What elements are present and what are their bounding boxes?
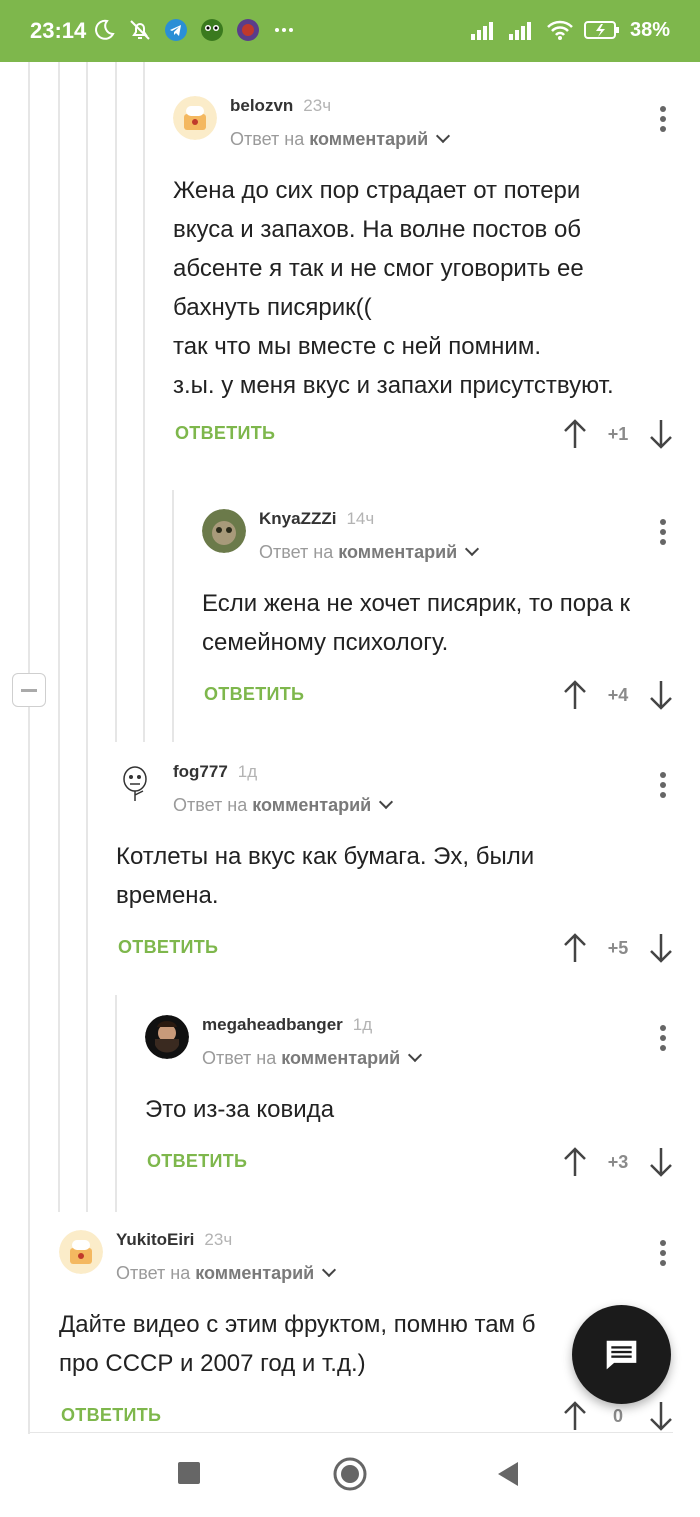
more-options-icon[interactable] — [653, 1025, 673, 1055]
mute-icon — [130, 20, 150, 40]
telegram-icon — [165, 19, 187, 41]
reply-to-link[interactable]: Ответ на комментарий — [116, 1262, 337, 1284]
comment-time: 1д — [352, 1015, 373, 1034]
vote-score: +4 — [607, 685, 629, 705]
write-comment-button[interactable] — [572, 1305, 671, 1404]
battery-icon — [583, 21, 619, 39]
more-dots-icon — [275, 28, 293, 32]
signal-icon — [470, 22, 493, 40]
comment-body: Это из-за ковида — [145, 1096, 335, 1123]
reply-button[interactable]: ОТВЕТИТЬ — [118, 937, 218, 958]
chevron-down-icon — [379, 794, 394, 810]
frog-app-icon — [201, 19, 223, 41]
thread-line — [28, 62, 30, 1434]
vote-score: +1 — [607, 424, 629, 444]
system-nav-bar — [0, 1435, 700, 1517]
comment-time: 14ч — [346, 509, 375, 528]
thread-line — [172, 490, 174, 742]
comment-username[interactable]: megaheadbanger 1д — [202, 1015, 372, 1035]
upvote-arrow-icon[interactable] — [563, 680, 587, 710]
more-options-icon[interactable] — [653, 1240, 673, 1270]
thread-line — [115, 995, 117, 1212]
moon-icon — [95, 19, 115, 40]
avatar[interactable] — [145, 1015, 189, 1059]
chevron-down-icon — [322, 1262, 337, 1278]
vote-score: +3 — [607, 1152, 629, 1172]
vote-score: +5 — [607, 938, 629, 958]
game-app-icon — [237, 19, 259, 41]
vote-control: +5 — [563, 931, 673, 967]
vote-control: +3 — [563, 1145, 673, 1181]
reply-button[interactable]: ОТВЕТИТЬ — [61, 1405, 161, 1426]
downvote-arrow-icon[interactable] — [649, 933, 673, 963]
more-options-icon[interactable] — [653, 106, 673, 136]
thread-line — [58, 62, 60, 1212]
back-triangle-icon[interactable] — [496, 1461, 520, 1487]
reply-to-link[interactable]: Ответ на комментарий — [230, 128, 451, 150]
more-options-icon[interactable] — [653, 519, 673, 549]
signal-icon — [508, 22, 531, 40]
recents-square-icon[interactable] — [177, 1461, 201, 1485]
comment-body: Жена до сих пор страдает от потери вкуса… — [173, 177, 614, 399]
comment-username[interactable]: YukitoEiri 23ч — [116, 1230, 232, 1250]
comment: KnyaZZZi 14ч Ответ на комментарий Если же… — [202, 509, 673, 718]
upvote-arrow-icon[interactable] — [563, 1147, 587, 1177]
more-options-icon[interactable] — [653, 772, 673, 802]
reply-to-link[interactable]: Ответ на комментарий — [202, 1047, 423, 1069]
status-bar: 23:14 38% — [0, 0, 700, 62]
thread-line — [86, 62, 88, 1212]
status-time: 23:14 — [30, 18, 87, 43]
vote-control: +1 — [563, 417, 673, 453]
reply-to-link[interactable]: Ответ на комментарий — [259, 541, 480, 563]
comment-body: Котлеты на вкус как бумага. Эх, были вре… — [116, 843, 535, 909]
comment: belozvn 23ч Ответ на комментарий Жена до … — [173, 96, 673, 457]
home-circle-icon[interactable] — [333, 1457, 367, 1491]
upvote-arrow-icon[interactable] — [563, 933, 587, 963]
comment-time: 23ч — [204, 1230, 233, 1249]
avatar[interactable] — [116, 762, 160, 806]
comment-time: 1д — [237, 762, 258, 781]
vote-score: 0 — [612, 1406, 623, 1426]
chevron-down-icon — [465, 541, 480, 557]
reply-button[interactable]: ОТВЕТИТЬ — [204, 684, 304, 705]
avatar[interactable] — [59, 1230, 103, 1274]
avatar[interactable] — [173, 96, 217, 140]
collapse-thread-button[interactable] — [12, 673, 46, 707]
avatar[interactable] — [202, 509, 246, 553]
wifi-icon — [547, 20, 573, 40]
comment-body: Если жена не хочет писярик, то пора к се… — [202, 590, 630, 656]
comment-username[interactable]: belozvn 23ч — [230, 96, 331, 116]
battery-percent: 38% — [629, 18, 670, 41]
divider — [28, 1432, 673, 1433]
comment-username[interactable]: KnyaZZZi 14ч — [259, 509, 374, 529]
vote-control: 0 — [563, 1399, 673, 1435]
comment-username[interactable]: fog777 1д — [173, 762, 257, 782]
thread-line — [115, 62, 117, 742]
comment: fog777 1д Ответ на комментарий Котлеты на… — [116, 762, 673, 971]
reply-button[interactable]: ОТВЕТИТЬ — [175, 423, 275, 444]
upvote-arrow-icon[interactable] — [563, 1401, 587, 1431]
chevron-down-icon — [408, 1047, 423, 1063]
comment-time: 23ч — [303, 96, 332, 115]
thread-line — [143, 62, 145, 742]
vote-control: +4 — [563, 678, 673, 714]
reply-to-link[interactable]: Ответ на комментарий — [173, 794, 394, 816]
downvote-arrow-icon[interactable] — [649, 1147, 673, 1177]
downvote-arrow-icon[interactable] — [649, 680, 673, 710]
downvote-arrow-icon[interactable] — [649, 1401, 673, 1431]
downvote-arrow-icon[interactable] — [649, 419, 673, 449]
comment: megaheadbanger 1д Ответ на комментарий Эт… — [145, 1015, 673, 1185]
reply-button[interactable]: ОТВЕТИТЬ — [147, 1151, 247, 1172]
comment-icon — [606, 1340, 637, 1370]
upvote-arrow-icon[interactable] — [563, 419, 587, 449]
chevron-down-icon — [436, 128, 451, 144]
